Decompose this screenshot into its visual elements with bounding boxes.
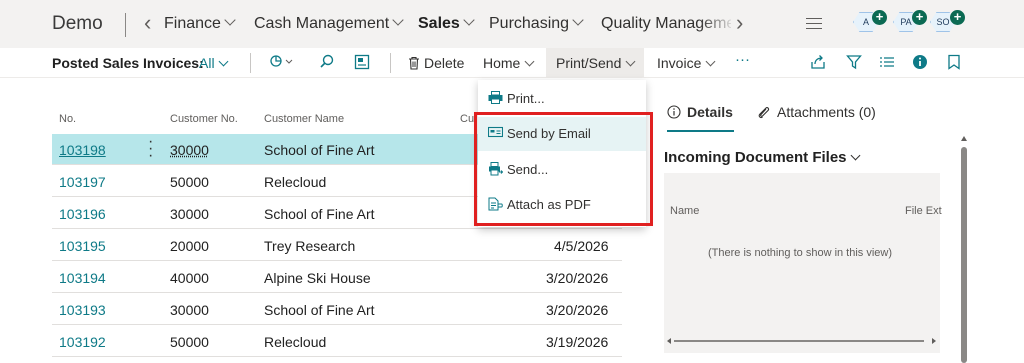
list-icon[interactable] <box>879 54 895 74</box>
invoice-no-link[interactable]: 103194 <box>59 270 106 286</box>
print-send-menu-button[interactable]: Print/Send <box>546 48 645 77</box>
nav-item-purchasing[interactable]: Purchasing <box>489 14 584 33</box>
empty-state-text: (There is nothing to show in this view) <box>708 247 893 259</box>
trash-icon <box>409 56 419 70</box>
column-header-name[interactable]: Name <box>670 205 699 217</box>
app-title[interactable]: Demo <box>52 13 103 35</box>
customer-no: 20000 <box>170 238 209 254</box>
more-options-button[interactable]: ··· <box>735 51 750 68</box>
incoming-documents-panel <box>664 173 940 353</box>
customer-no[interactable]: 30000 <box>170 142 209 158</box>
posting-date: 3/19/2026 <box>546 334 609 350</box>
list-view-icon[interactable] <box>354 54 370 74</box>
customer-name: School of Fine Art <box>264 302 375 318</box>
customer-no: 30000 <box>170 302 209 318</box>
table-row[interactable]: 103192 50000 Relecloud 3/19/2026 <box>52 326 622 357</box>
customer-no: 40000 <box>170 270 209 286</box>
menu-item-print[interactable]: Print... <box>478 82 646 116</box>
row-actions-icon[interactable]: · · · <box>148 134 153 164</box>
top-navigation: Demo ‹ Finance Cash Management Sales Pur… <box>0 0 1024 48</box>
horizontal-scrollbar[interactable] <box>664 334 940 346</box>
table-row[interactable]: 103194 40000 Alpine Ski House 3/20/2026 <box>52 262 622 293</box>
nav-item-finance[interactable]: Finance <box>164 14 236 33</box>
action-bar: Posted Sales Invoices: All Delete Home P… <box>0 48 1024 78</box>
customer-no: 50000 <box>170 334 209 350</box>
invoice-menu-button[interactable]: Invoice <box>657 55 716 71</box>
plus-icon[interactable]: + <box>950 10 965 25</box>
scrollbar-thumb[interactable] <box>961 147 967 363</box>
tab-details[interactable]: Details <box>667 104 733 120</box>
chevron-right-icon[interactable]: › <box>736 10 743 36</box>
customer-name: Trey Research <box>264 238 356 254</box>
nav-item-cash-management[interactable]: Cash Management <box>254 14 404 33</box>
customer-no: 50000 <box>170 174 209 190</box>
plus-icon[interactable]: + <box>872 10 887 25</box>
customer-name: Alpine Ski House <box>264 270 371 286</box>
invoice-no-link[interactable]: 103195 <box>59 238 106 254</box>
posting-date: 3/20/2026 <box>546 270 609 286</box>
invoice-no-link[interactable]: 103192 <box>59 334 106 350</box>
invoice-no-link[interactable]: 103196 <box>59 206 106 222</box>
home-menu-button[interactable]: Home <box>483 55 535 71</box>
share-icon[interactable] <box>810 54 826 74</box>
page-title: Posted Sales Invoices: <box>52 55 204 71</box>
delete-button[interactable]: Delete <box>408 55 464 71</box>
paperclip-icon <box>758 107 770 119</box>
customer-name: Relecloud <box>264 334 327 350</box>
view-filter-dropdown[interactable]: All <box>199 55 229 71</box>
customer-name: Relecloud <box>264 174 327 190</box>
column-header-customer-name[interactable]: Customer Name <box>264 113 344 125</box>
column-header-cut[interactable]: Cu <box>460 113 474 125</box>
info-outline-icon <box>667 105 681 119</box>
posting-date: 3/20/2026 <box>546 302 609 318</box>
analysis-mode-icon[interactable] <box>269 54 293 74</box>
incoming-document-files-heading[interactable]: Incoming Document Files <box>664 149 860 166</box>
customer-name: School of Fine Art <box>264 206 375 222</box>
table-row[interactable]: 103193 30000 School of Fine Art 3/20/202… <box>52 294 622 325</box>
column-header-customer-no[interactable]: Customer No. <box>170 113 238 125</box>
table-row[interactable]: 103195 20000 Trey Research 4/5/2026 <box>52 230 622 261</box>
printer-icon <box>488 91 503 104</box>
chevron-left-icon[interactable]: ‹ <box>144 10 151 36</box>
vertical-scrollbar[interactable] <box>960 135 968 363</box>
invoice-no-link[interactable]: 103198 <box>59 142 106 158</box>
highlight-annotation <box>474 112 653 226</box>
column-header-no[interactable]: No. <box>59 113 76 125</box>
column-header-file-ext[interactable]: File Ext <box>905 205 942 217</box>
nav-item-sales[interactable]: Sales <box>418 14 475 33</box>
nav-divider <box>125 13 126 37</box>
filter-icon[interactable] <box>846 54 862 74</box>
menu-icon[interactable] <box>806 18 822 33</box>
customer-no: 30000 <box>170 206 209 222</box>
bookmark-icon[interactable] <box>947 54 961 74</box>
search-icon[interactable] <box>319 54 335 74</box>
info-icon[interactable] <box>912 54 928 74</box>
invoice-no-link[interactable]: 103193 <box>59 302 106 318</box>
posting-date: 4/5/2026 <box>554 238 609 254</box>
customer-name: School of Fine Art <box>264 142 375 158</box>
plus-icon[interactable]: + <box>912 10 927 25</box>
invoice-no-link[interactable]: 103197 <box>59 174 106 190</box>
tab-attachments[interactable]: Attachments (0) <box>756 104 876 120</box>
